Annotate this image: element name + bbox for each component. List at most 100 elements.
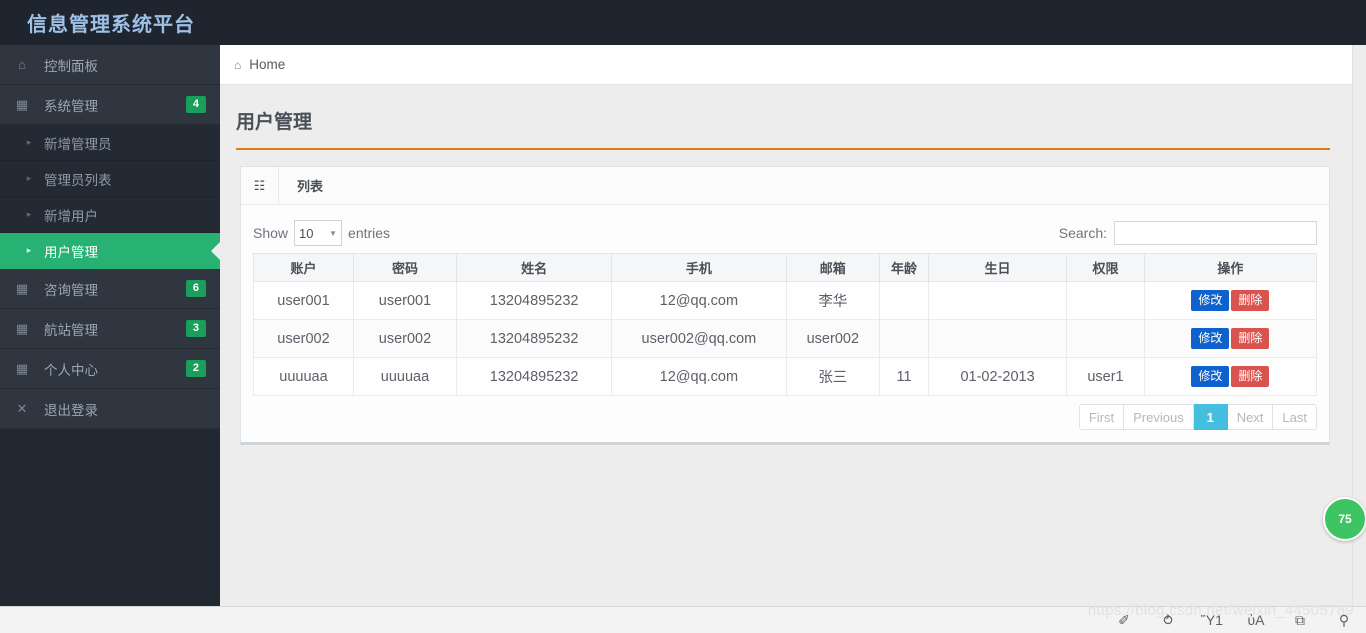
page-title: 用户管理 [236,112,313,133]
sidebar-subitem-label: 管理员列表 [44,172,112,188]
table-column-header[interactable]: 生日 [927,253,1068,282]
sidebar-subitem-label: 新增用户 [44,208,98,224]
grid-icon[interactable]: ☷ [241,167,279,204]
search-input[interactable] [1114,221,1317,245]
progress-badge[interactable]: 75 [1323,497,1366,541]
pagination-next[interactable]: Next [1227,404,1274,430]
cell-role [1066,281,1145,320]
edit-button[interactable]: 修改 [1191,366,1230,387]
page-length-select[interactable]: 10 ▼ [294,220,343,246]
cell-birthday: 01-02-2013 [927,357,1068,396]
sidebar-item-label: 系统管理 [44,98,98,114]
caret-right-icon: ▸ [26,209,32,219]
main-content: ⌂ Home 用户管理 ☷ 列表 Show 10 ▼ entries Searc… [220,45,1366,633]
close-icon: ✕ [16,401,28,416]
sidebar-subitem-4[interactable]: ▸ 新增用户 [0,197,220,233]
show-label: Show [253,225,289,241]
table-column-header[interactable]: 姓名 [456,253,613,282]
cell-name: 13204895232 [456,357,613,396]
sidebar-item-badge: 6 [185,279,206,298]
list-panel: ☷ 列表 Show 10 ▼ entries Search: 账户 密码 姓名 … [240,166,1330,445]
breadcrumb: ⌂ Home [220,45,1366,85]
table-row: uuuuaa uuuuaa 13204895232 12@qq.com 张三 11 01-0… [253,357,1318,396]
table-column-header[interactable]: 权限 [1066,253,1145,282]
panel-body: Show 10 ▼ entries Search: 账户 密码 姓名 手机 邮箱… [241,205,1329,442]
cell-account: uuuuaa [253,357,354,396]
sidebar-subitem-2[interactable]: ▸ 新增管理员 [0,125,220,161]
caret-right-icon: ▸ [26,137,32,147]
sidebar-nav: ⌂ 控制面板 ▦ 系统管理 4 ▸ 新增管理员 ▸ 管理员列表 ▸ 新增用户 ▸ 用户管理 ▦ 咨询管理 6 ▦… [0,45,220,633]
cell-email: 张三 [785,357,881,396]
breadcrumb-home-link[interactable]: Home [249,57,285,72]
table-icon: ▦ [15,281,29,296]
table-row: user002 user002 13204895232 user002@qq.com u… [253,319,1318,358]
history-icon[interactable]: ⥁ [1146,612,1190,629]
table-column-header[interactable]: 手机 [611,253,787,282]
table-icon: ▦ [15,361,29,376]
table-header-row: 账户 密码 姓名 手机 邮箱 年龄 生日 权限 操作 [253,253,1318,282]
pagination-page-1[interactable]: 1 [1193,404,1228,430]
table-column-header[interactable]: 操作 [1143,253,1318,282]
search-icon[interactable]: ⚲ [1322,612,1366,629]
bottom-toolbar: ✐ ⥁ Ὕ1 ὐA ⧉ ⚲ [0,606,1366,633]
table-column-header[interactable]: 年龄 [879,253,929,282]
copy-icon[interactable]: ⧉ [1278,612,1322,629]
tab-list[interactable]: 列表 [279,167,341,204]
users-table: 账户 密码 姓名 手机 邮箱 年龄 生日 权限 操作 user001 user001 1320489… [253,253,1318,396]
table-icon: ▦ [15,321,29,336]
app-root: 信息管理系统平台 ⌂ 控制面板 ▦ 系统管理 4 ▸ 新增管理员 ▸ 管理员列表 ▸ 新增用户 ▸ 用户… [0,0,1366,633]
sidebar-item-7[interactable]: ▦ 航站管理 3 [0,309,220,349]
sidebar-item-6[interactable]: ▦ 咨询管理 6 [0,269,220,309]
caret-right-icon: ▸ [26,245,32,255]
cell-account: user002 [253,319,354,358]
table-row: user001 user001 13204895232 12@qq.com 李华 修改 删除 [253,281,1318,320]
edit-button[interactable]: 修改 [1191,328,1230,349]
trash-icon[interactable]: Ὕ1 [1190,612,1234,628]
sidebar-item-label: 个人中心 [44,362,98,378]
delete-button[interactable]: 删除 [1231,328,1270,349]
sidebar-item-badge: 3 [185,319,206,338]
search-label: Search: [1058,225,1107,241]
page-scrollbar[interactable] [1352,45,1366,633]
pagination: First Previous 1 Next Last [1078,404,1317,430]
delete-button[interactable]: 删除 [1231,290,1270,311]
page-header: 用户管理 [236,107,1330,150]
cell-phone: 12@qq.com [611,357,787,396]
delete-button[interactable]: 删除 [1231,366,1270,387]
page-length-control: Show 10 ▼ entries [253,220,390,246]
pagination-last[interactable]: Last [1273,404,1317,430]
cell-account: user001 [253,281,354,320]
sidebar-item-9[interactable]: ✕ 退出登录 [0,389,220,429]
cell-email: 李华 [785,281,881,320]
sidebar-item-badge: 2 [185,359,206,378]
edit-button[interactable]: 修改 [1191,290,1230,311]
sidebar-subitem-label: 用户管理 [44,244,98,260]
sidebar-subitem-5[interactable]: ▸ 用户管理 [0,233,220,269]
pin-icon[interactable]: ✐ [1102,612,1146,629]
cell-actions: 修改 删除 [1143,357,1318,396]
table-column-header[interactable]: 邮箱 [785,253,881,282]
cell-birthday [927,281,1068,320]
table-column-header[interactable]: 密码 [352,253,458,282]
cell-age [879,281,929,320]
cell-actions: 修改 删除 [1143,281,1318,320]
cell-phone: user002@qq.com [611,319,787,358]
sidebar-item-label: 航站管理 [44,322,98,338]
sidebar-subitem-3[interactable]: ▸ 管理员列表 [0,161,220,197]
cell-password: uuuuaa [352,357,458,396]
cell-role: user1 [1066,357,1145,396]
pagination-first[interactable]: First [1078,404,1125,430]
entries-label: entries [348,225,391,241]
datatable-footer: First Previous 1 Next Last [253,396,1317,432]
cell-age [879,319,929,358]
sidebar-item-8[interactable]: ▦ 个人中心 2 [0,349,220,389]
table-column-header[interactable]: 账户 [253,253,354,282]
table-head: 账户 密码 姓名 手机 邮箱 年龄 生日 权限 操作 [253,253,1318,282]
sidebar-item-1[interactable]: ▦ 系统管理 4 [0,85,220,125]
sidebar-item-0[interactable]: ⌂ 控制面板 [0,45,220,85]
pagination-previous[interactable]: Previous [1124,404,1194,430]
volume-icon[interactable]: ὐA [1234,612,1278,628]
cell-phone: 12@qq.com [611,281,787,320]
datatable-controls: Show 10 ▼ entries Search: [253,213,1317,253]
cell-email: user002 [785,319,881,358]
